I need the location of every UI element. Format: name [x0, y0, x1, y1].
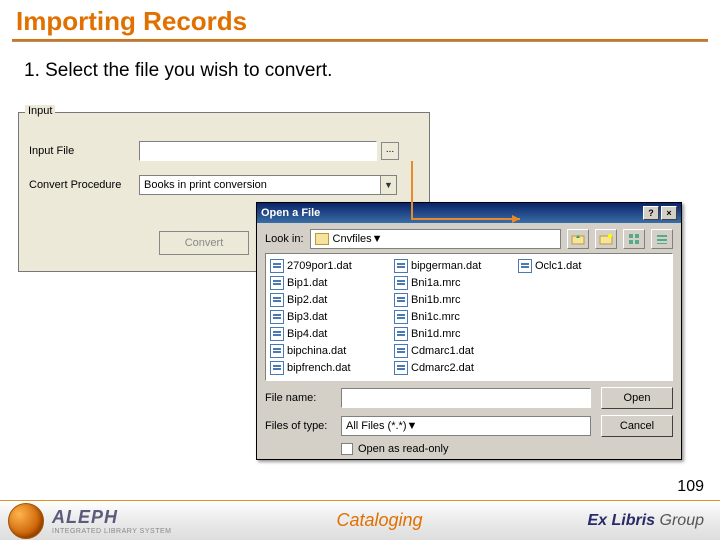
file-name: Bni1d.mrc [411, 328, 461, 340]
aleph-subtitle: INTEGRATED LIBRARY SYSTEM [52, 528, 171, 535]
file-name: bipgerman.dat [411, 260, 481, 272]
slide-title: Importing Records [0, 0, 720, 37]
file-name: Bni1a.mrc [411, 277, 461, 289]
open-button[interactable]: Open [601, 387, 673, 409]
close-button[interactable]: × [661, 206, 677, 220]
file-name: bipchina.dat [287, 345, 346, 357]
help-button[interactable]: ? [643, 206, 659, 220]
file-icon [270, 259, 284, 273]
file-item[interactable]: Bni1b.mrc [394, 292, 518, 308]
open-file-dialog: Open a File ? × Look in: Cnvfiles ▼ 2709… [256, 202, 682, 460]
aleph-logo-icon [8, 503, 44, 539]
file-icon [394, 327, 408, 341]
file-icon [270, 293, 284, 307]
convert-procedure-value: Books in print conversion [144, 179, 267, 191]
file-icon [518, 259, 532, 273]
file-icon [394, 276, 408, 290]
file-name: bipfrench.dat [287, 362, 351, 374]
read-only-checkbox[interactable] [341, 443, 353, 455]
file-icon [270, 327, 284, 341]
details-icon [656, 233, 668, 245]
file-item[interactable]: Bni1a.mrc [394, 275, 518, 291]
file-item[interactable]: Cdmarc2.dat [394, 360, 518, 376]
file-name: Cdmarc1.dat [411, 345, 474, 357]
folder-icon [315, 233, 329, 245]
instruction-text: 1. Select the file you wish to convert. [0, 52, 720, 96]
files-of-type-combo[interactable]: All Files (*.*) ▼ [341, 416, 591, 436]
file-name: Bni1c.mrc [411, 311, 460, 323]
file-item[interactable]: Cdmarc1.dat [394, 343, 518, 359]
file-item[interactable]: Bip1.dat [270, 275, 394, 291]
list-view-button[interactable] [623, 229, 645, 249]
convert-procedure-label: Convert Procedure [29, 179, 139, 191]
input-group-label: Input [25, 105, 55, 117]
input-file-field[interactable] [139, 141, 377, 161]
file-item[interactable]: bipfrench.dat [270, 360, 394, 376]
file-list[interactable]: 2709por1.dat Bip1.dat Bip2.dat Bip3.dat … [265, 253, 673, 381]
look-in-value: Cnvfiles [333, 233, 372, 245]
look-in-combo[interactable]: Cnvfiles ▼ [310, 229, 561, 249]
file-item[interactable]: Bni1c.mrc [394, 309, 518, 325]
file-name-label: File name: [265, 392, 341, 404]
file-item[interactable]: bipgerman.dat [394, 258, 518, 274]
file-icon [394, 310, 408, 324]
folder-up-icon [571, 233, 585, 245]
file-name: Bip2.dat [287, 294, 327, 306]
files-of-type-label: Files of type: [265, 420, 341, 432]
cancel-button[interactable]: Cancel [601, 415, 673, 437]
aleph-brand: ALEPH [52, 507, 171, 528]
list-icon [628, 233, 640, 245]
read-only-label: Open as read-only [358, 443, 449, 455]
browse-button[interactable]: ... [381, 142, 399, 160]
chevron-down-icon[interactable]: ▼ [372, 233, 383, 245]
chevron-down-icon[interactable]: ▼ [407, 420, 418, 432]
slide-footer: ALEPH INTEGRATED LIBRARY SYSTEM Catalogi… [0, 500, 720, 540]
file-icon [270, 344, 284, 358]
file-item[interactable]: bipchina.dat [270, 343, 394, 359]
convert-button[interactable]: Convert [159, 231, 249, 255]
file-icon [394, 344, 408, 358]
chevron-down-icon[interactable]: ▼ [380, 176, 396, 194]
file-name: Oclc1.dat [535, 260, 581, 272]
dialog-title: Open a File [261, 207, 320, 219]
file-icon [270, 310, 284, 324]
convert-procedure-combo[interactable]: Books in print conversion ▼ [139, 175, 397, 195]
file-item[interactable]: Bip4.dat [270, 326, 394, 342]
file-icon [270, 276, 284, 290]
file-item[interactable]: Bip2.dat [270, 292, 394, 308]
files-of-type-value: All Files (*.*) [346, 420, 407, 432]
file-name: Bip3.dat [287, 311, 327, 323]
file-name: Cdmarc2.dat [411, 362, 474, 374]
file-icon [270, 361, 284, 375]
file-icon [394, 293, 408, 307]
file-name: Bip1.dat [287, 277, 327, 289]
details-view-button[interactable] [651, 229, 673, 249]
file-item[interactable]: Bip3.dat [270, 309, 394, 325]
file-item[interactable]: Oclc1.dat [518, 258, 642, 274]
new-folder-icon [599, 233, 613, 245]
footer-center-label: Cataloging [171, 510, 587, 531]
page-number: 109 [677, 478, 704, 496]
look-in-label: Look in: [265, 233, 304, 245]
title-underline [12, 41, 708, 42]
up-one-level-button[interactable] [567, 229, 589, 249]
file-item[interactable]: Bni1d.mrc [394, 326, 518, 342]
file-name: Bip4.dat [287, 328, 327, 340]
file-name-input[interactable] [341, 388, 591, 408]
file-name: Bni1b.mrc [411, 294, 461, 306]
input-file-label: Input File [29, 145, 139, 157]
file-item[interactable]: 2709por1.dat [270, 258, 394, 274]
new-folder-button[interactable] [595, 229, 617, 249]
exlibris-brand: Ex Libris Group [588, 512, 705, 530]
dialog-titlebar: Open a File ? × [257, 203, 681, 223]
file-name: 2709por1.dat [287, 260, 352, 272]
file-icon [394, 259, 408, 273]
file-icon [394, 361, 408, 375]
